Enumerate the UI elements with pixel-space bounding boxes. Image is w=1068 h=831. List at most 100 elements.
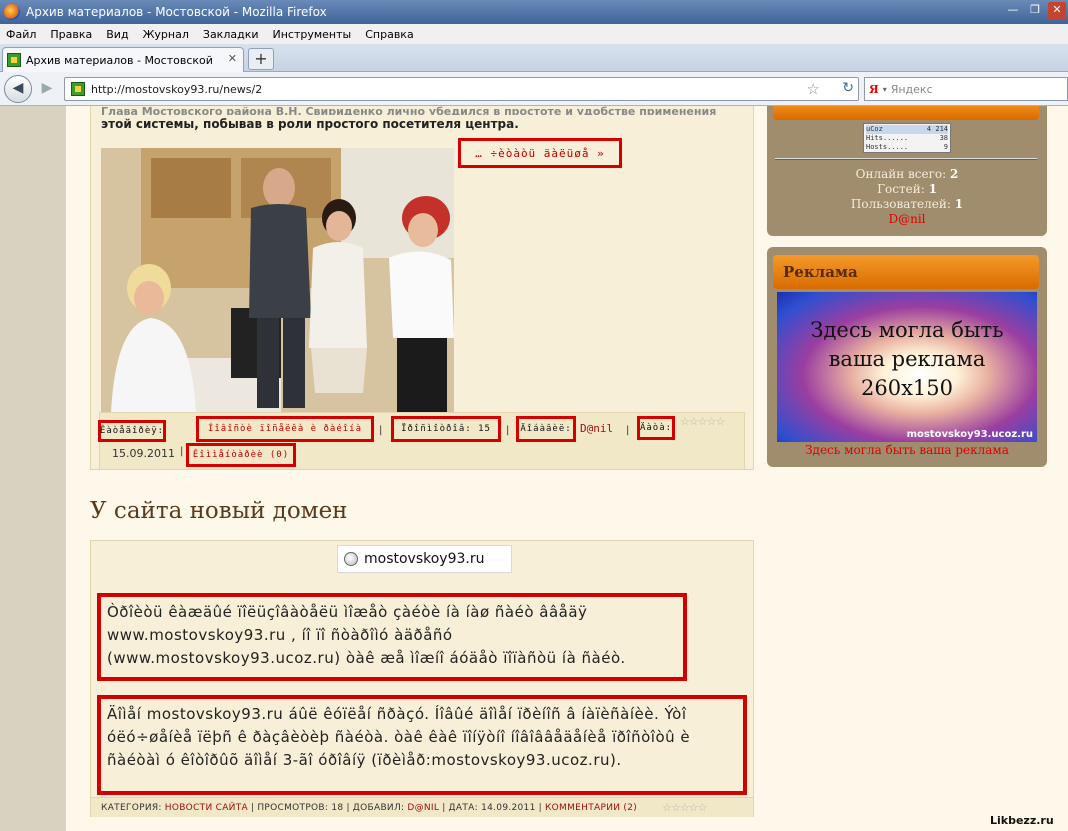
stats-block-header	[773, 106, 1039, 120]
menu-tools[interactable]: Инструменты	[266, 28, 359, 41]
url-favicon	[71, 82, 85, 96]
counter-row: Hits...... 38	[866, 134, 948, 143]
post-2-category-link[interactable]: Новости сайта	[165, 803, 248, 813]
separator: |	[626, 425, 630, 436]
rating-stars[interactable]: ☆☆☆☆☆	[680, 415, 725, 428]
separator: |	[379, 425, 383, 436]
ad-banner-text: Здесь могла быть ваша реклама 260x150	[777, 316, 1037, 403]
post-1-intro: Глава Мостовского района В.Н. Свириденко…	[101, 106, 731, 133]
users-label: Пользователей:	[850, 197, 951, 211]
menu-help[interactable]: Справка	[358, 28, 420, 41]
page-right-margin	[1049, 106, 1068, 831]
sidebar-stats-block: uCoz 4 214 Hits...... 38 Hosts..... 9 Онлай…	[767, 106, 1047, 236]
ad-link[interactable]: Здесь могла быть ваша реклама	[767, 443, 1047, 457]
forward-button[interactable]: ▶	[34, 76, 60, 102]
tab-title: Архив материалов - Мостовской	[26, 53, 213, 67]
post-2-comments-link[interactable]: Комментарии (2)	[545, 803, 637, 813]
post-2-rating-stars[interactable]: ☆☆☆☆☆	[662, 801, 707, 814]
web-page: Глава Мостовского района В.Н. Свириденко…	[66, 106, 1068, 831]
post-1-clipped-line: Глава Мостовского района В.Н. Свириденко…	[101, 106, 717, 115]
online-value: 2	[950, 167, 959, 181]
minimize-icon[interactable]: —	[1004, 2, 1022, 20]
reload-icon[interactable]: ↻	[842, 80, 854, 96]
sidebar-ad-block: Реклама Здесь могла быть ваша реклама 26…	[767, 247, 1047, 467]
post-2-paragraph-2: Äîìåí mostovskoy93.ru áûë êóïëåí ñðàçó. …	[97, 695, 747, 795]
post-1-intro-line: этой системы, побывав в роли простого по…	[101, 117, 519, 131]
yandex-icon[interactable]: Я	[869, 83, 879, 96]
domain-url-text: mostovskoy93.ru	[364, 551, 485, 567]
office-photo-image	[101, 148, 454, 412]
separator: |	[346, 802, 350, 813]
added-label-box: Äîáàâèë:	[516, 416, 576, 442]
maximize-icon[interactable]: ❐	[1026, 2, 1044, 20]
online-user-link[interactable]: D@nil	[767, 212, 1047, 226]
menu-file[interactable]: Файл	[0, 28, 43, 41]
new-tab-button[interactable]: +	[248, 48, 274, 70]
post-1-meta: Êàòåãîðèÿ: Íîâîñòè ïîñåëêà è ðàéîíà | Ïð…	[98, 412, 745, 470]
separator: |	[538, 802, 542, 813]
search-engine-dropdown-icon[interactable]: ▾	[883, 85, 887, 94]
added-user-link[interactable]: D@nil	[580, 422, 613, 435]
ad-banner-line: 260x150	[860, 376, 953, 400]
news-post-2: mostovskoy93.ru Òðîèòü êàæäûé ïîëüçîâàòå…	[90, 540, 754, 817]
online-label: Онлайн всего:	[855, 167, 947, 181]
guests-count: Гостей: 1	[767, 182, 1047, 196]
bookmark-star-icon[interactable]: ☆	[807, 80, 820, 98]
read-more-link[interactable]: … ÷èòàòü äàëüøå »	[458, 138, 622, 168]
online-total: Онлайн всего: 2	[767, 167, 1047, 181]
counter-value: 38	[939, 134, 948, 142]
separator: |	[442, 802, 446, 813]
counter-label: uCoz	[866, 125, 883, 133]
tab-bar: Архив материалов - Мостовской ✕ +	[0, 44, 1068, 72]
site-favicon	[7, 53, 21, 67]
page-left-margin	[0, 106, 66, 831]
back-button[interactable]: ◀	[4, 75, 32, 103]
window-title: Архив материалов - Мостовской - Mozilla …	[26, 5, 327, 19]
domain-url-chip: mostovskoy93.ru	[337, 545, 512, 573]
ad-banner[interactable]: Здесь могла быть ваша реклама 260x150 mo…	[777, 292, 1037, 442]
counter-value: 4 214	[926, 125, 948, 133]
menu-view[interactable]: Вид	[99, 28, 135, 41]
menu-edit[interactable]: Правка	[43, 28, 99, 41]
close-icon[interactable]: ✕	[1048, 2, 1066, 20]
watermark: Likbezz.ru	[990, 814, 1054, 827]
ad-block-header: Реклама	[773, 255, 1039, 289]
category-label-box: Êàòåãîðèÿ:	[98, 420, 166, 442]
date-label-box: Äàòà:	[637, 416, 675, 440]
post-2-date: Дата: 14.09.2011	[448, 802, 536, 813]
counter-value: 9	[943, 143, 948, 151]
ad-banner-url: mostovskoy93.ucoz.ru	[906, 429, 1033, 440]
post-2-category-label: Категория:	[101, 802, 162, 813]
window-titlebar: Архив материалов - Мостовской - Mozilla …	[0, 0, 1068, 24]
menu-bookmarks[interactable]: Закладки	[196, 28, 266, 41]
firefox-icon	[4, 4, 20, 20]
counter-row: Hosts..... 9	[866, 143, 948, 152]
separator: |	[180, 446, 184, 457]
views-box: Ïðîñìîòðîâ: 15	[391, 416, 501, 442]
post-2-title[interactable]: У сайта новый домен	[90, 498, 348, 524]
post-2-added-label: Добавил:	[352, 802, 405, 813]
globe-icon	[344, 552, 358, 566]
menu-history[interactable]: Журнал	[136, 28, 196, 41]
post-2-paragraph-1: Òðîèòü êàæäûé ïîëüçîâàòåëü ìîæåò çàéòè í…	[97, 593, 687, 681]
tab-archive[interactable]: Архив материалов - Мостовской ✕	[2, 47, 244, 72]
menu-bar: Файл Правка Вид Журнал Закладки Инструме…	[0, 24, 1068, 44]
post-2-views: Просмотров: 18	[257, 802, 344, 813]
search-box[interactable]: Я ▾ Яндекс	[864, 77, 1068, 101]
ad-banner-line: Здесь могла быть	[810, 318, 1004, 342]
comments-link-box[interactable]: Êîììåíòàðèè (0)	[186, 443, 296, 467]
post-1-photo	[101, 148, 454, 412]
url-bar[interactable]: http://mostovskoy93.ru/news/2 ☆ ↻	[64, 77, 859, 101]
tab-close-icon[interactable]: ✕	[228, 52, 237, 65]
post-2-added-user[interactable]: D@nil	[407, 803, 439, 813]
counter-label: Hits......	[866, 134, 909, 142]
users-value: 1	[954, 197, 964, 211]
category-link-box[interactable]: Íîâîñòè ïîñåëêà è ðàéîíà	[196, 416, 374, 442]
navigation-toolbar: ◀ ▶ http://mostovskoy93.ru/news/2 ☆ ↻ Я …	[0, 72, 1068, 106]
ad-banner-line: ваша реклама	[828, 347, 986, 371]
counter-label: Hosts.....	[866, 143, 909, 151]
divider	[775, 158, 1037, 160]
separator: |	[506, 425, 510, 436]
guests-label: Гостей:	[877, 182, 925, 196]
ucoz-counter[interactable]: uCoz 4 214 Hits...... 38 Hosts..... 9	[863, 123, 951, 153]
